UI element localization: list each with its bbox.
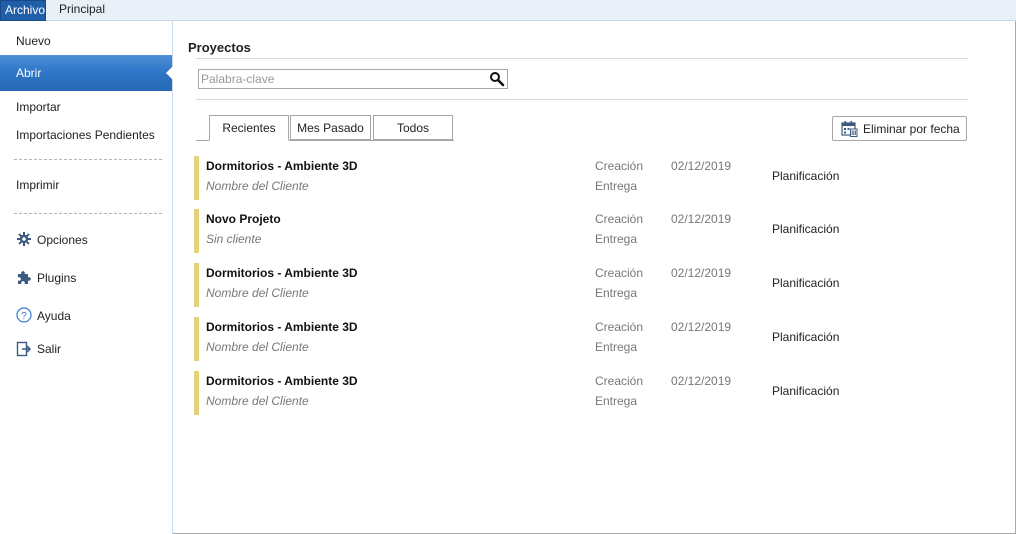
project-accent-bar bbox=[194, 263, 199, 307]
calendar-delete-icon bbox=[841, 121, 858, 137]
created-date: 02/12/2019 bbox=[671, 159, 732, 173]
delivery-label: Entrega bbox=[595, 340, 638, 354]
sidebar-item-label: Plugins bbox=[37, 271, 77, 285]
project-status: Planificación bbox=[772, 384, 840, 398]
tab-mes-pasado[interactable]: Mes Pasado bbox=[290, 115, 371, 140]
project-row[interactable]: Novo Projeto Sin cliente Creación Entreg… bbox=[194, 209, 984, 253]
project-row[interactable]: Dormitorios - Ambiente 3D Nombre del Cli… bbox=[194, 263, 984, 307]
project-row[interactable]: Dormitorios - Ambiente 3D Nombre del Cli… bbox=[194, 317, 984, 361]
page-title: Proyectos bbox=[188, 40, 251, 55]
delivery-label: Entrega bbox=[595, 232, 638, 246]
delete-by-date-label: Eliminar por fecha bbox=[863, 122, 960, 136]
search-icon[interactable] bbox=[489, 71, 505, 87]
project-status: Planificación bbox=[772, 330, 840, 344]
project-name: Dormitorios - Ambiente 3D bbox=[206, 374, 358, 388]
menu-tab-archivo[interactable]: Archivo bbox=[0, 0, 46, 21]
search-box bbox=[198, 69, 508, 89]
delivery-label: Entrega bbox=[595, 394, 638, 408]
project-row[interactable]: Dormitorios - Ambiente 3D Nombre del Cli… bbox=[194, 371, 984, 415]
help-icon: ? bbox=[16, 307, 32, 323]
created-date: 02/12/2019 bbox=[671, 374, 732, 388]
project-name: Dormitorios - Ambiente 3D bbox=[206, 159, 358, 173]
project-status: Planificación bbox=[772, 222, 840, 236]
project-name: Novo Projeto bbox=[206, 212, 281, 226]
sidebar-item-abrir[interactable]: Abrir bbox=[0, 55, 173, 91]
project-accent-bar bbox=[194, 317, 199, 361]
project-client: Nombre del Cliente bbox=[206, 179, 309, 193]
created-label: Creación bbox=[595, 212, 644, 226]
sidebar-item-imprimir[interactable]: Imprimir bbox=[16, 178, 59, 192]
created-label: Creación bbox=[595, 159, 644, 173]
sidebar-item-label: Ayuda bbox=[37, 309, 71, 323]
sidebar-item-importaciones-pendientes[interactable]: Importaciones Pendientes bbox=[16, 128, 155, 142]
project-accent-bar bbox=[194, 156, 199, 200]
project-name: Dormitorios - Ambiente 3D bbox=[206, 266, 358, 280]
created-date: 02/12/2019 bbox=[671, 212, 732, 226]
delivery-label: Entrega bbox=[595, 179, 638, 193]
created-date: 02/12/2019 bbox=[671, 320, 732, 334]
divider bbox=[196, 99, 968, 100]
project-row[interactable]: Dormitorios - Ambiente 3D Nombre del Cli… bbox=[194, 156, 984, 200]
menu-tab-principal[interactable]: Principal bbox=[55, 0, 109, 20]
sidebar-item-label: Opciones bbox=[37, 233, 88, 247]
delivery-label: Entrega bbox=[595, 286, 638, 300]
project-status: Planificación bbox=[772, 276, 840, 290]
created-label: Creación bbox=[595, 320, 644, 334]
project-client: Nombre del Cliente bbox=[206, 286, 309, 300]
delete-by-date-button[interactable]: Eliminar por fecha bbox=[832, 116, 967, 141]
tab-recientes[interactable]: Recientes bbox=[209, 115, 289, 141]
project-name: Dormitorios - Ambiente 3D bbox=[206, 320, 358, 334]
project-client: Sin cliente bbox=[206, 232, 262, 246]
active-indicator bbox=[166, 66, 173, 80]
project-client: Nombre del Cliente bbox=[206, 340, 309, 354]
project-accent-bar bbox=[194, 371, 199, 415]
exit-icon bbox=[16, 341, 32, 357]
puzzle-icon bbox=[18, 271, 31, 284]
project-client: Nombre del Cliente bbox=[206, 394, 309, 408]
created-date: 02/12/2019 bbox=[671, 266, 732, 280]
gear-icon bbox=[17, 232, 31, 246]
created-label: Creación bbox=[595, 266, 644, 280]
search-input[interactable] bbox=[201, 70, 486, 88]
divider bbox=[196, 58, 968, 59]
sidebar: Nuevo Abrir Importar Importaciones Pendi… bbox=[0, 21, 173, 534]
project-accent-bar bbox=[194, 209, 199, 253]
sidebar-divider bbox=[14, 159, 162, 160]
sidebar-item-importar[interactable]: Importar bbox=[16, 100, 61, 114]
tab-todos[interactable]: Todos bbox=[373, 115, 453, 140]
project-status: Planificación bbox=[772, 169, 840, 183]
sidebar-item-label: Abrir bbox=[16, 66, 42, 80]
sidebar-item-label: Salir bbox=[37, 342, 62, 356]
sidebar-item-nuevo[interactable]: Nuevo bbox=[16, 34, 51, 48]
sidebar-divider bbox=[14, 213, 162, 214]
created-label: Creación bbox=[595, 374, 644, 388]
menu-bar: Archivo Principal bbox=[0, 0, 1016, 21]
svg-text:?: ? bbox=[21, 311, 27, 322]
